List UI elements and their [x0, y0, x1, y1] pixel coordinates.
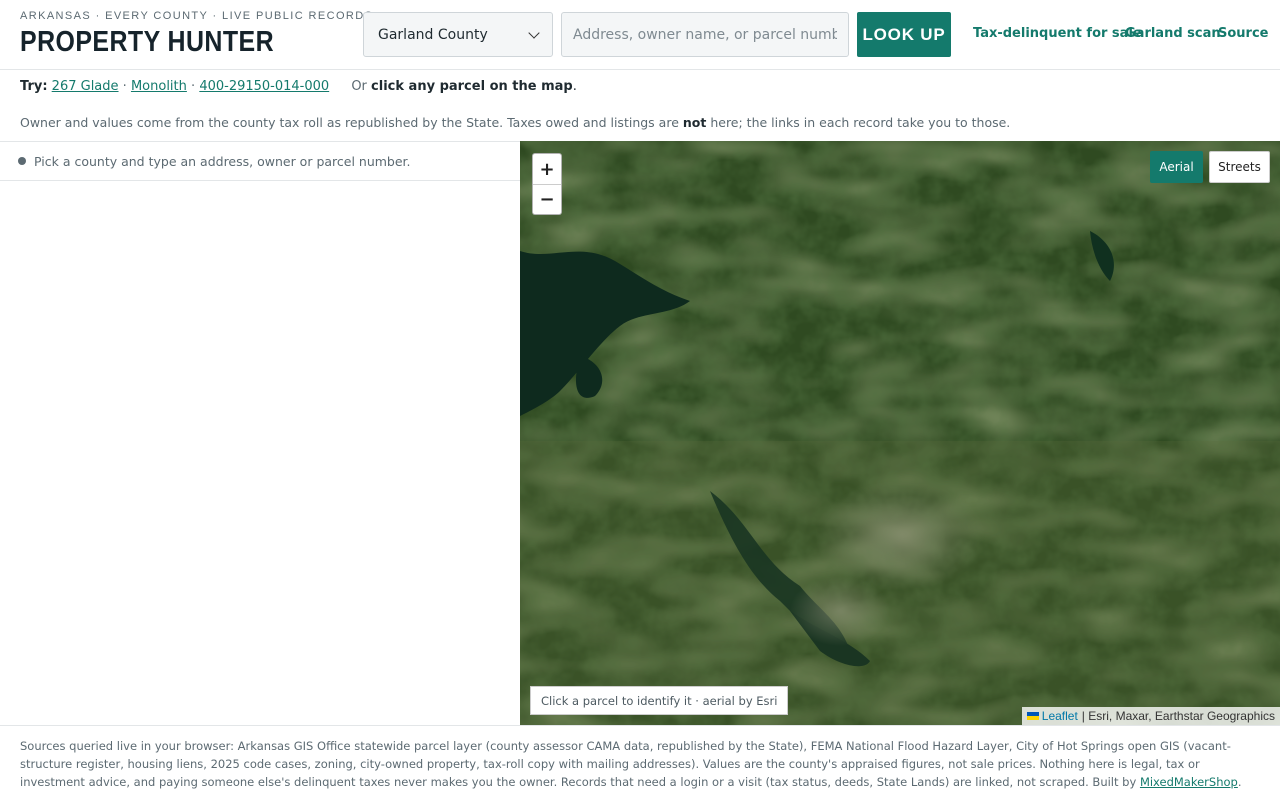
zoom-in-button[interactable]: +	[533, 154, 561, 184]
aerial-imagery	[520, 141, 1280, 725]
status-dot-icon	[18, 157, 26, 165]
source-link[interactable]: Source	[1218, 26, 1268, 41]
mixedmakershop-link[interactable]: MixedMakerShop	[1140, 775, 1238, 789]
site-title[interactable]: PROPERTY HUNTER	[20, 26, 274, 59]
note-text-after: here; the links in each record take you …	[710, 115, 1011, 130]
footer-text: Sources queried live in your browser: Ar…	[20, 739, 1231, 789]
separator: ·	[191, 79, 196, 94]
leaflet-link[interactable]: Leaflet	[1026, 709, 1078, 723]
example-link-monolith[interactable]: Monolith	[131, 79, 187, 94]
example-link-267-glade[interactable]: 267 Glade	[52, 79, 119, 94]
note-emphasis: not	[682, 115, 707, 130]
separator: ·	[122, 79, 127, 94]
map-view[interactable]: + − Aerial Streets Click a parcel to ide…	[520, 141, 1280, 725]
footer-disclaimer: Sources queried live in your browser: Ar…	[0, 725, 1280, 800]
leaflet-label: Leaflet	[1041, 709, 1078, 723]
data-source-note: Owner and values come from the county ta…	[20, 115, 1010, 130]
site-header: ARKANSAS · EVERY COUNTY · LIVE PUBLIC RE…	[0, 0, 1280, 70]
streets-layer-button[interactable]: Streets	[1209, 151, 1270, 183]
zoom-out-button[interactable]: −	[533, 184, 561, 214]
note-text-before: Owner and values come from the county ta…	[20, 115, 679, 130]
zoom-control: + −	[532, 153, 562, 215]
lookup-button[interactable]: LOOK UP	[857, 12, 951, 57]
aerial-layer-button[interactable]: Aerial	[1150, 151, 1203, 183]
chevron-down-icon	[528, 26, 540, 39]
period: .	[572, 79, 577, 94]
ukraine-flag-icon	[1026, 712, 1039, 720]
footer-period: .	[1237, 775, 1242, 789]
results-panel: Pick a county and type an address, owner…	[0, 141, 520, 725]
tax-delinquent-link[interactable]: Tax-delinquent for sale	[973, 26, 1142, 41]
attribution-text: | Esri, Maxar, Earthstar Geographics	[1081, 709, 1275, 723]
click-parcel-hint: click any parcel on the map	[371, 79, 573, 94]
garland-scan-link[interactable]: Garland scan	[1125, 26, 1221, 41]
map-hint: Click a parcel to identify it · aerial b…	[530, 686, 789, 715]
example-link-parcel-number[interactable]: 400-29150-014-000	[199, 79, 329, 94]
try-examples: Try: 267 Glade · Monolith · 400-29150-01…	[20, 79, 577, 94]
county-select[interactable]: Garland County	[363, 12, 553, 57]
site-tagline: ARKANSAS · EVERY COUNTY · LIVE PUBLIC RE…	[20, 10, 374, 22]
status-text: Pick a county and type an address, owner…	[34, 153, 411, 169]
status-message: Pick a county and type an address, owner…	[0, 142, 520, 181]
search-input[interactable]	[561, 12, 849, 57]
try-label: Try:	[20, 79, 48, 94]
map-attribution: Leaflet | Esri, Maxar, Earthstar Geograp…	[1021, 707, 1280, 725]
county-select-value: Garland County	[378, 26, 488, 43]
or-text: Or	[351, 79, 367, 94]
